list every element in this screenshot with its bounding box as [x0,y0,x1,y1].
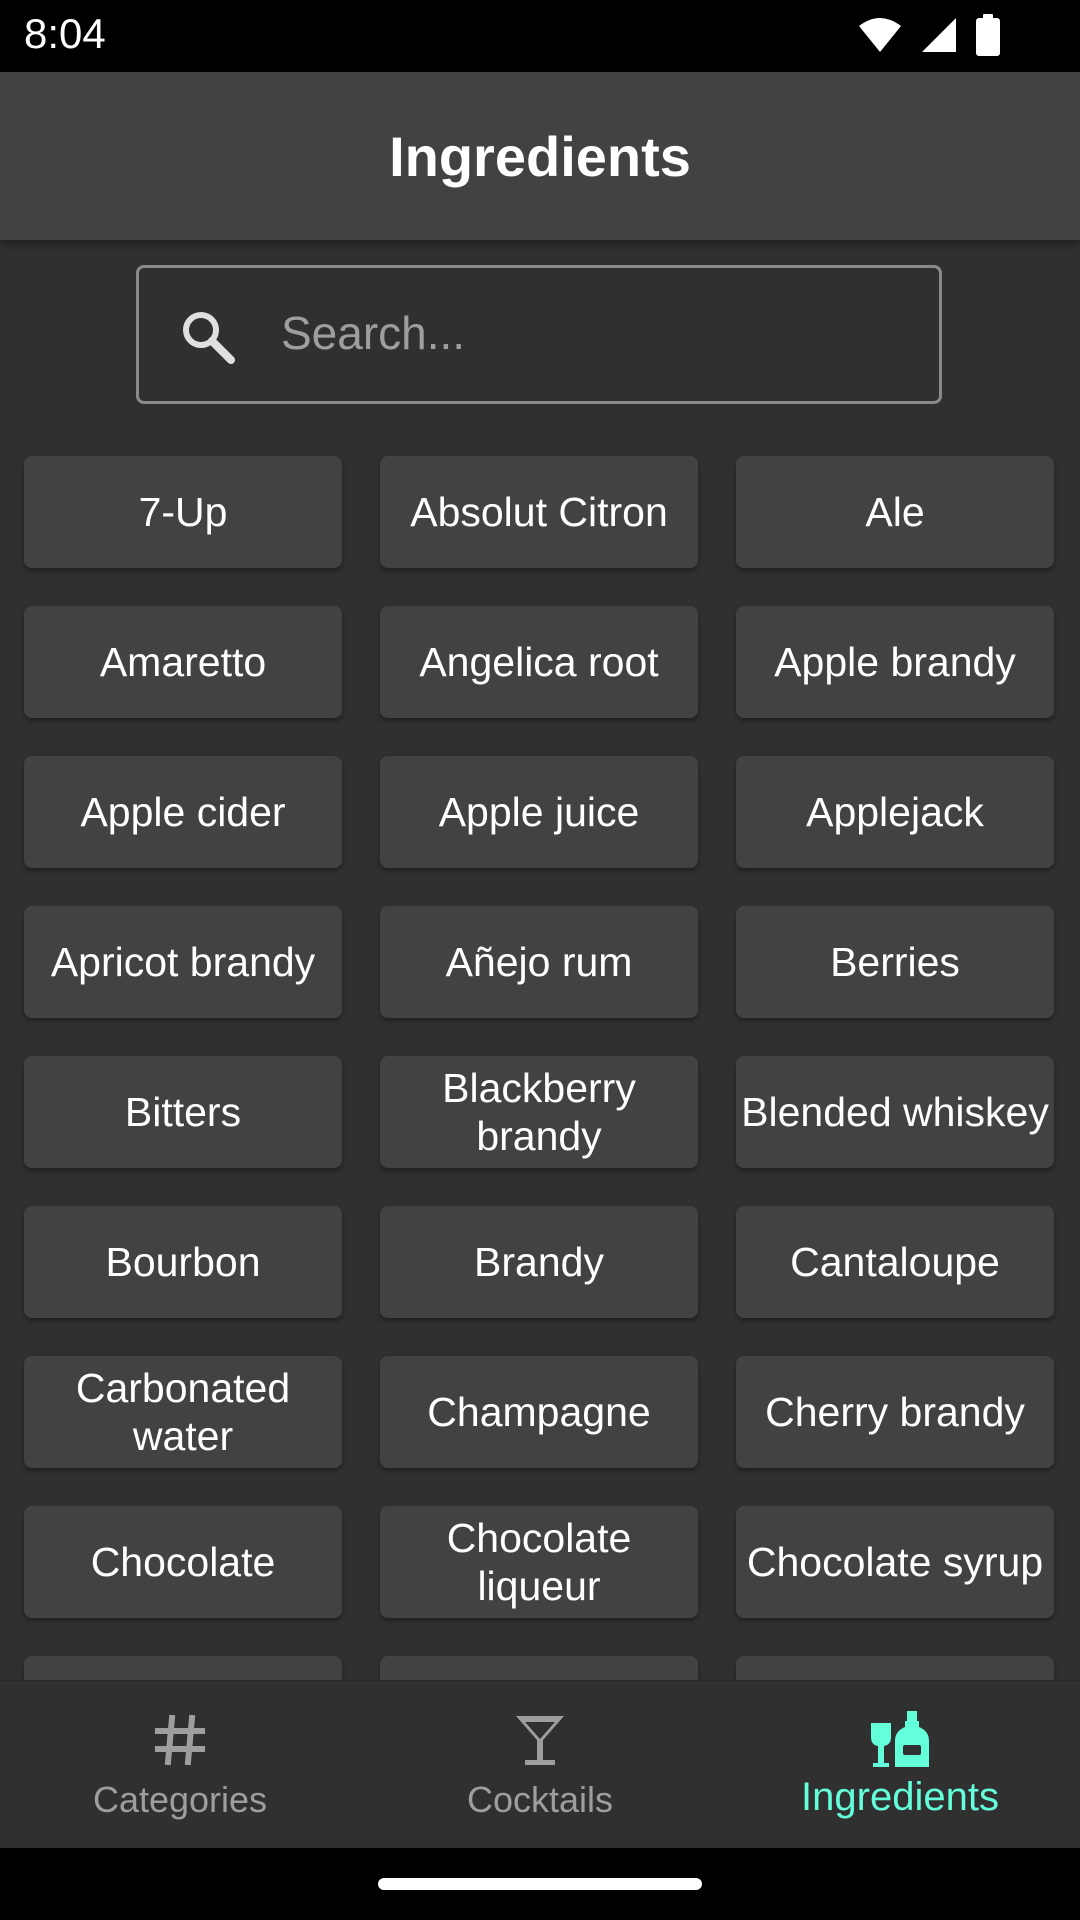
nav-label-ingredients: Ingredients [801,1775,999,1819]
ingredient-chip[interactable]: Blackberry brandy [380,1056,698,1168]
search-input[interactable]: Search... [136,265,942,404]
home-gesture-handle[interactable] [378,1878,702,1890]
page-title: Ingredients [389,124,691,188]
ingredient-chip[interactable]: Bourbon [24,1206,342,1318]
ingredient-chip[interactable]: Blended whiskey [736,1056,1054,1168]
ingredient-chip[interactable]: Chocolate [24,1506,342,1618]
ingredient-chip[interactable]: Ale [736,456,1054,568]
ingredient-chip[interactable]: Añejo rum [380,906,698,1018]
gesture-bar [0,1848,1080,1920]
bottles-icon [869,1709,931,1771]
status-time: 8:04 [24,10,106,57]
search-placeholder: Search... [281,307,466,359]
ingredient-chip[interactable]: Chocolate syrup [736,1506,1054,1618]
ingredient-chip[interactable]: Carbonated water [24,1356,342,1468]
ingredient-chip[interactable]: Bitters [24,1056,342,1168]
ingredient-chip[interactable]: Champagne [380,1356,698,1468]
ingredient-chip[interactable]: Apple brandy [736,606,1054,718]
ingredient-chip[interactable]: Cherry brandy [736,1356,1054,1468]
signal-icon [920,16,958,59]
ingredient-chip[interactable] [380,1656,698,1680]
ingredient-chip[interactable]: Apple juice [380,756,698,868]
bottom-navigation: Categories Cocktails Ingredients [0,1680,1080,1849]
ingredient-chip[interactable]: 7-Up [24,456,342,568]
nav-item-categories[interactable]: Categories [0,1681,360,1849]
nav-label-cocktails: Cocktails [466,1779,614,1820]
nav-label-categories: Categories [92,1779,268,1820]
cocktail-glass-icon [513,1709,567,1771]
ingredient-chip[interactable]: Absolut Citron [380,456,698,568]
ingredient-chip[interactable]: Cantaloupe [736,1206,1054,1318]
ingredient-chip[interactable]: Apple cider [24,756,342,868]
search-icon [179,308,237,371]
hash-icon [154,1709,206,1771]
ingredient-grid: 7-Up Absolut Citron Ale Amaretto Angelica ro… [0,440,1080,1680]
ingredient-chip[interactable]: Amaretto [24,606,342,718]
nav-item-ingredients[interactable]: Ingredients [720,1681,1080,1849]
ingredient-chip[interactable]: Angelica root [380,606,698,718]
ingredient-chip[interactable]: Apricot brandy [24,906,342,1018]
ingredient-chip[interactable]: Applejack [736,756,1054,868]
status-icons [858,14,1000,61]
ingredient-chip[interactable]: Berries [736,906,1054,1018]
ingredient-chip[interactable] [736,1656,1054,1680]
status-bar: 8:04 [0,0,1080,72]
nav-item-cocktails[interactable]: Cocktails [360,1681,720,1849]
ingredient-chip[interactable]: Chocolate liqueur [380,1506,698,1618]
wifi-icon [858,16,902,59]
app-bar: Ingredients [0,72,1080,240]
battery-icon [976,14,1000,61]
ingredient-chip[interactable]: Brandy [380,1206,698,1318]
ingredient-chip[interactable] [24,1656,342,1680]
